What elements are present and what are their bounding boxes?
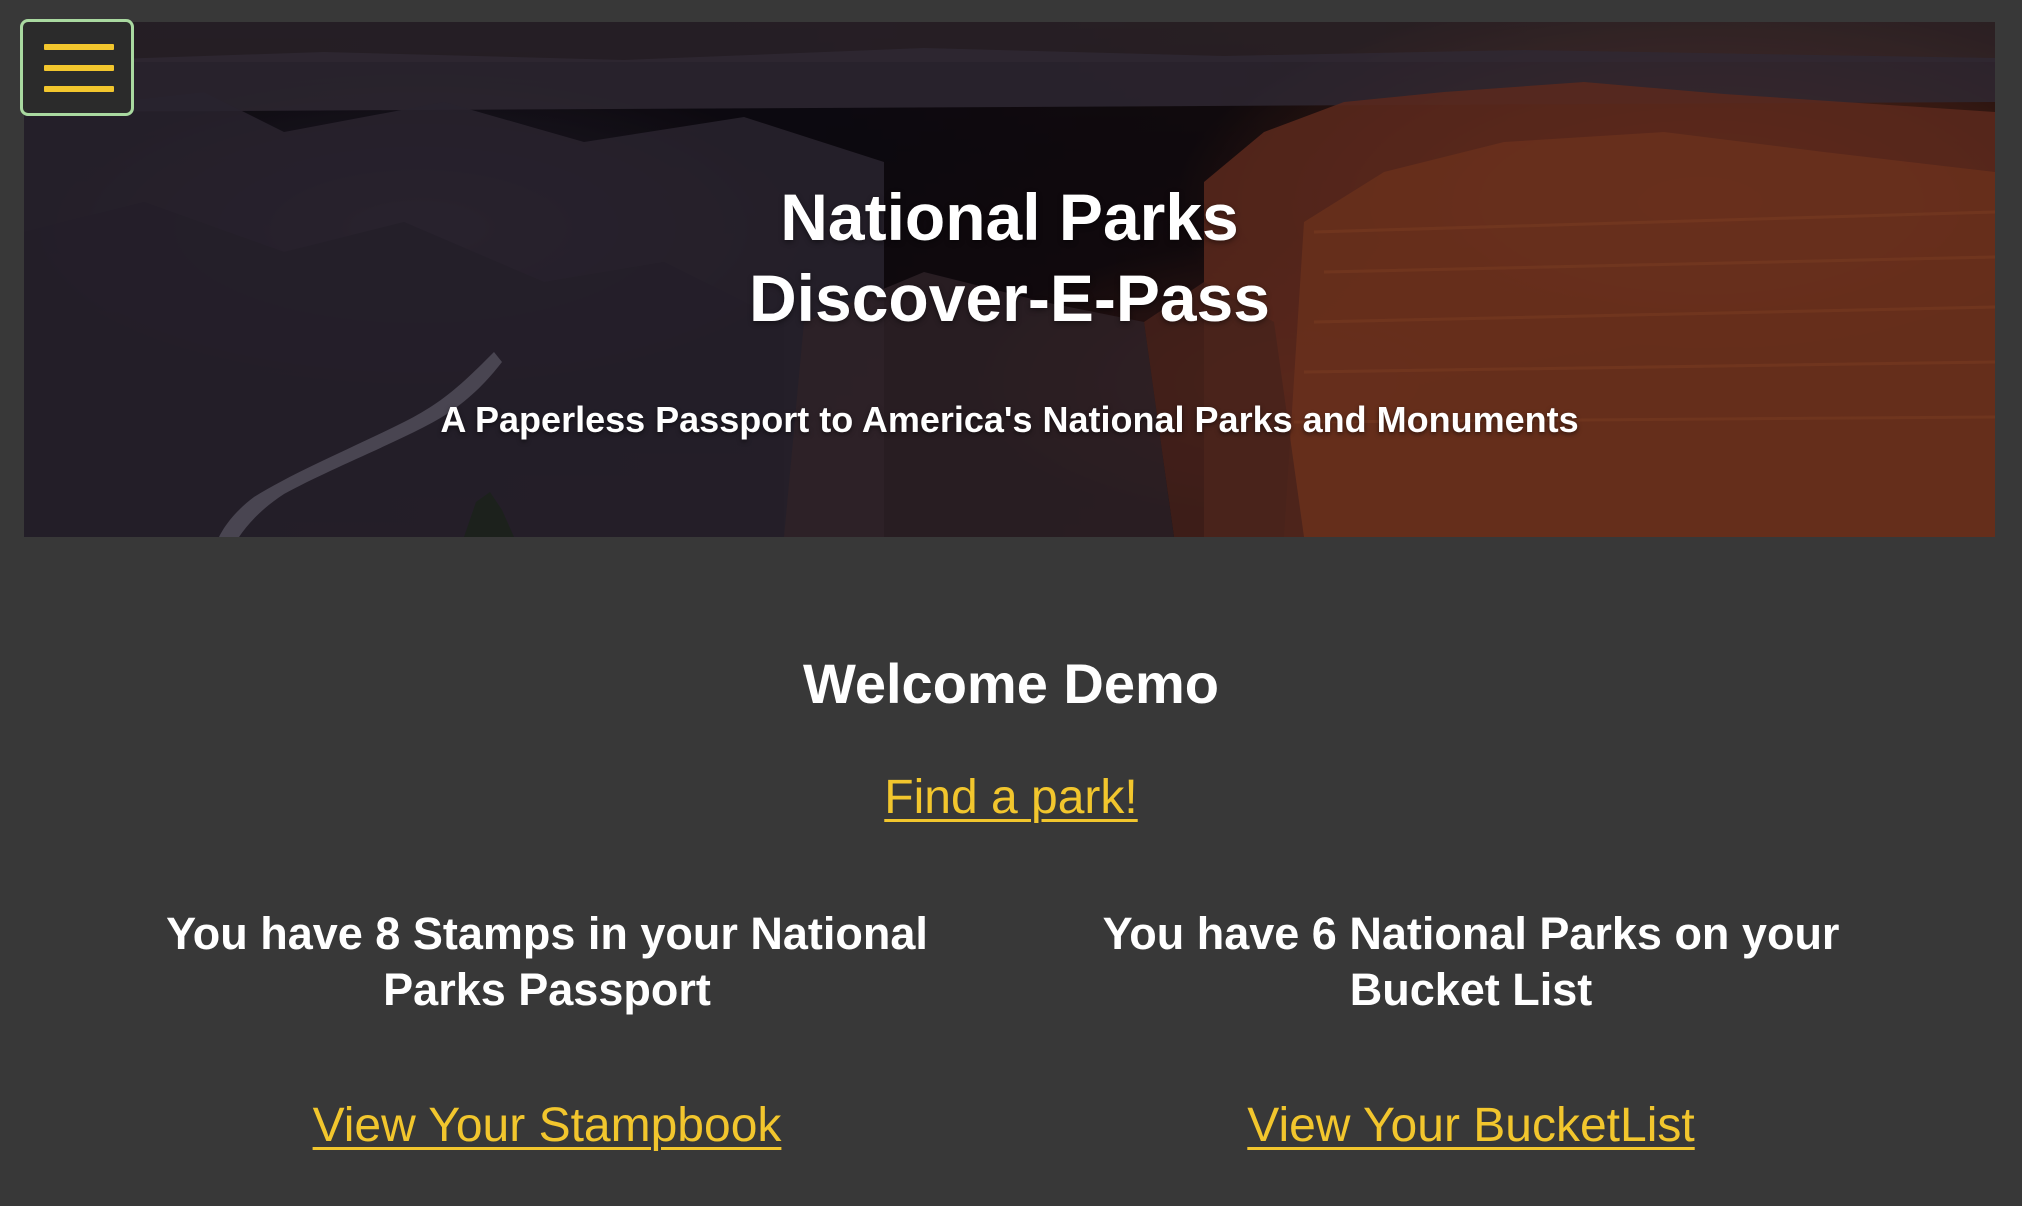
stamps-section: You have 8 Stamps in your National Parks… — [137, 906, 957, 1156]
app-title: National Parks Discover-E-Pass — [24, 177, 1995, 339]
bucketlist-section: You have 6 National Parks on your Bucket… — [1061, 906, 1881, 1156]
hero-banner: National Parks Discover-E-Pass A Paperle… — [24, 22, 1995, 537]
hamburger-menu-icon — [44, 44, 114, 50]
app-title-line-1: National Parks — [780, 180, 1239, 254]
hamburger-menu-icon-bar — [44, 86, 114, 92]
welcome-heading: Welcome Demo — [803, 652, 1219, 715]
find-park-container: Find a park! — [0, 768, 2022, 828]
view-stampbook-link[interactable]: View Your Stampbook — [137, 1096, 957, 1156]
app-title-line-2: Discover-E-Pass — [749, 261, 1270, 335]
bucketlist-count-heading: You have 6 National Parks on your Bucket… — [1102, 908, 1840, 1015]
app-subtitle: A Paperless Passport to America's Nation… — [440, 399, 1579, 440]
hamburger-menu-icon-bar — [44, 65, 114, 71]
stamps-count-heading: You have 8 Stamps in your National Parks… — [166, 908, 928, 1015]
menu-button[interactable] — [20, 19, 134, 116]
find-park-link[interactable]: Find a park! — [884, 771, 1137, 824]
view-bucketlist-link[interactable]: View Your BucketList — [1061, 1096, 1881, 1156]
